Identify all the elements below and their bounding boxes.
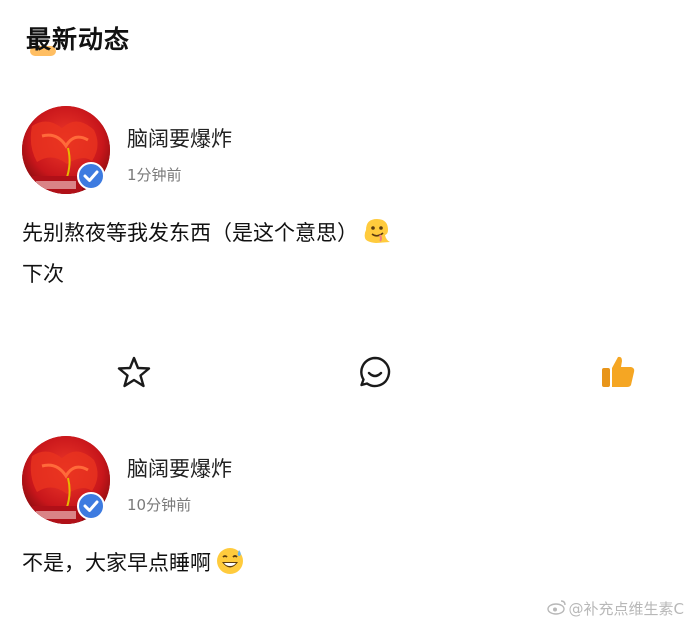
watermark: @补充点维生素C xyxy=(546,598,684,619)
thumbs-up-icon xyxy=(600,354,636,394)
page-header: 最新动态 xyxy=(26,20,130,60)
favorite-button[interactable] xyxy=(114,354,154,394)
page-title: 最新动态 xyxy=(26,25,131,54)
post-line: 不是，大家早点睡啊 xyxy=(22,546,245,587)
verified-badge-icon xyxy=(77,492,105,520)
post-line: 下次 xyxy=(22,262,64,286)
watermark-text: @补充点维生素C xyxy=(568,600,684,618)
like-button[interactable] xyxy=(598,354,638,394)
comment-button[interactable] xyxy=(355,354,395,394)
post-time: 10分钟前 xyxy=(127,496,192,514)
weibo-logo-icon xyxy=(546,599,567,619)
post-line: 先别熬夜等我发东西（是这个意思） xyxy=(22,216,392,257)
grinning-sweat-icon xyxy=(215,546,245,587)
post-time: 1分钟前 xyxy=(127,166,182,184)
star-icon xyxy=(117,355,151,393)
post-actions xyxy=(0,354,690,394)
post-content: 不是，大家早点睡啊 xyxy=(22,546,245,587)
comment-icon xyxy=(358,355,392,393)
verified-badge-icon xyxy=(77,162,105,190)
username[interactable]: 脑阔要爆炸 xyxy=(127,123,232,153)
post-content: 先别熬夜等我发东西（是这个意思） 下次 xyxy=(22,216,392,292)
username[interactable]: 脑阔要爆炸 xyxy=(127,453,232,483)
melting-face-icon xyxy=(362,216,392,257)
